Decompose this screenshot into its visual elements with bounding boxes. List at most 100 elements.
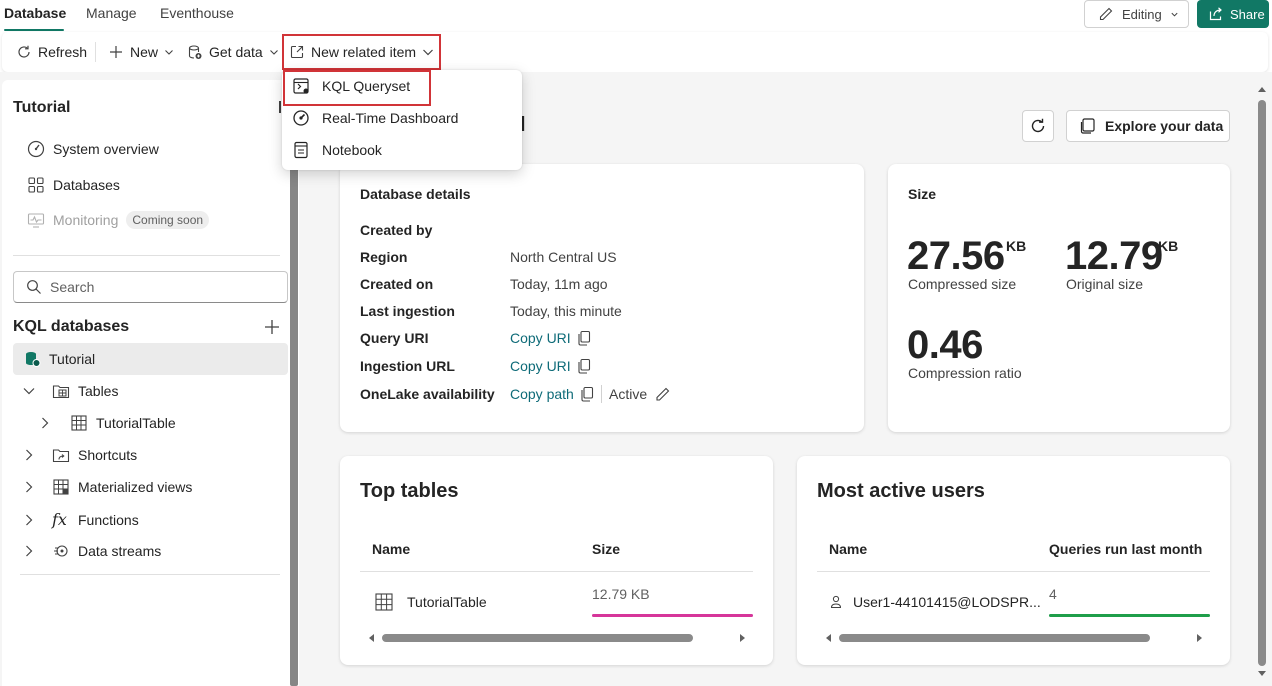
- copy-query-uri-link[interactable]: Copy URI: [510, 330, 591, 346]
- onelake-status: Active: [609, 386, 648, 402]
- copy-ingestion-url-link[interactable]: Copy URI: [510, 358, 591, 374]
- detail-key: Last ingestion: [360, 303, 455, 319]
- copy-uri-label: Copy URI: [510, 358, 571, 374]
- tree-item-tables[interactable]: Tables: [22, 382, 118, 400]
- menu-item-label: Real-Time Dashboard: [322, 110, 459, 126]
- most-active-users-title: Most active users: [817, 480, 985, 502]
- ribbon-toolbar: Refresh New Get data New related item: [2, 32, 1268, 72]
- get-data-label: Get data: [209, 44, 263, 60]
- explore-your-data-button[interactable]: Explore your data: [1066, 110, 1230, 142]
- user-queries-bar-track: [1049, 614, 1210, 617]
- column-header-queries: Queries run last month: [1049, 541, 1203, 557]
- sidebar-item-label: Databases: [53, 177, 120, 193]
- detail-key: OneLake availability: [360, 386, 495, 402]
- detail-key: Created on: [360, 276, 434, 292]
- table-name: TutorialTable: [407, 594, 487, 610]
- explore-label: Explore your data: [1105, 118, 1224, 134]
- chevron-right-icon: [22, 513, 36, 527]
- tree-item-label: TutorialTable: [96, 415, 176, 431]
- top-tables-scrollbar[interactable]: [366, 631, 748, 645]
- copy-uri-label: Copy URI: [510, 330, 571, 346]
- search-input[interactable]: [50, 279, 270, 295]
- chevron-down-icon: [1170, 10, 1179, 19]
- sidebar-item-databases[interactable]: Databases: [27, 176, 120, 194]
- sidebar-item-system-overview[interactable]: System overview: [27, 140, 159, 158]
- chevron-down-icon: [164, 47, 174, 57]
- tree-item-tutorialtable[interactable]: TutorialTable: [38, 414, 176, 432]
- monitor-icon: [27, 211, 45, 229]
- pencil-icon: [654, 386, 671, 403]
- new-label: New: [130, 44, 159, 60]
- compression-ratio-label: Compression ratio: [908, 365, 1022, 381]
- tree-item-label: Functions: [78, 511, 139, 528]
- column-header-size: Size: [592, 541, 621, 557]
- new-button[interactable]: New: [108, 32, 174, 72]
- original-size-label: Original size: [1066, 276, 1144, 292]
- tree-item-label: Tutorial: [49, 351, 96, 367]
- query-window-icon: [1079, 117, 1097, 135]
- person-icon: [829, 594, 843, 610]
- editing-label: Editing: [1122, 6, 1162, 22]
- tab-manage[interactable]: Manage: [86, 5, 137, 21]
- new-related-item-highlight: [282, 34, 441, 70]
- tree-item-tutorial-database[interactable]: Tutorial: [23, 350, 95, 368]
- users-header-divider: [817, 571, 1210, 572]
- refresh-button[interactable]: Refresh: [16, 32, 87, 72]
- detail-key: Created by: [360, 222, 433, 238]
- table-row[interactable]: TutorialTable 12.79 KB: [360, 580, 753, 624]
- sidebar-item-label: System overview: [53, 141, 159, 157]
- edit-onelake-button[interactable]: [654, 386, 671, 403]
- top-tables-title: Top tables: [360, 480, 459, 502]
- tree-item-shortcuts[interactable]: Shortcuts: [22, 446, 137, 464]
- menu-item-real-time-dashboard[interactable]: Real-Time Dashboard: [292, 109, 458, 127]
- user-name: User1-44101415@LODSPR...: [853, 594, 1041, 610]
- folder-link-icon: [52, 446, 70, 464]
- share-button[interactable]: Share: [1197, 0, 1269, 28]
- database-add-icon: [187, 44, 203, 60]
- tree-item-data-streams[interactable]: Data streams: [22, 542, 161, 560]
- separator: [601, 385, 602, 403]
- editing-mode-button[interactable]: Editing: [1084, 0, 1189, 28]
- tab-database[interactable]: Database: [4, 5, 66, 21]
- detail-value: Today, this minute: [510, 303, 622, 319]
- tree-item-label: Shortcuts: [78, 447, 138, 463]
- database-details-title: Database details: [360, 186, 471, 202]
- menu-item-notebook[interactable]: Notebook: [292, 141, 382, 159]
- sidebar-scrollbar[interactable]: [290, 110, 298, 686]
- dashboard-gauge-icon: [292, 109, 310, 127]
- tree-item-functions[interactable]: fx Functions: [22, 510, 139, 529]
- add-database-button[interactable]: [263, 318, 281, 336]
- sidebar-divider: [20, 574, 280, 575]
- grid-icon: [27, 176, 45, 194]
- user-queries-bar: [1049, 614, 1210, 617]
- table-size-bar-track: [592, 614, 753, 617]
- refresh-icon: [1029, 117, 1047, 135]
- chevron-down-icon: [269, 47, 279, 57]
- get-data-button[interactable]: Get data: [187, 32, 279, 72]
- user-row[interactable]: User1-44101415@LODSPR... 4: [817, 580, 1210, 624]
- sidebar-item-label: Monitoring: [53, 212, 119, 228]
- menu-item-label: Notebook: [322, 142, 382, 158]
- table-icon: [374, 592, 394, 612]
- table-icon: [70, 414, 88, 432]
- column-header-name: Name: [829, 541, 868, 557]
- toolbar-divider: [95, 42, 96, 62]
- search-icon: [26, 279, 42, 295]
- chevron-right-icon: [38, 416, 52, 430]
- share-icon: [1208, 6, 1224, 22]
- tree-item-materialized-views[interactable]: Materialized views: [22, 478, 192, 496]
- copy-path-label: Copy path: [510, 386, 574, 402]
- chevron-down-icon: [22, 384, 36, 398]
- tab-eventhouse[interactable]: Eventhouse: [160, 5, 234, 21]
- users-scrollbar[interactable]: [823, 631, 1205, 645]
- kql-database-icon: [23, 350, 41, 368]
- sidebar-search[interactable]: [13, 271, 288, 303]
- gauge-icon: [27, 140, 45, 158]
- refresh-overview-button[interactable]: [1022, 110, 1054, 142]
- main-scrollbar[interactable]: [1257, 82, 1267, 678]
- sidebar-collapse-handle[interactable]: [279, 101, 281, 113]
- copy-icon: [577, 330, 591, 346]
- kql-queryset-highlight: [283, 70, 431, 106]
- copy-onelake-path-link[interactable]: Copy path: [510, 386, 594, 402]
- tables-folder-icon: [52, 382, 70, 400]
